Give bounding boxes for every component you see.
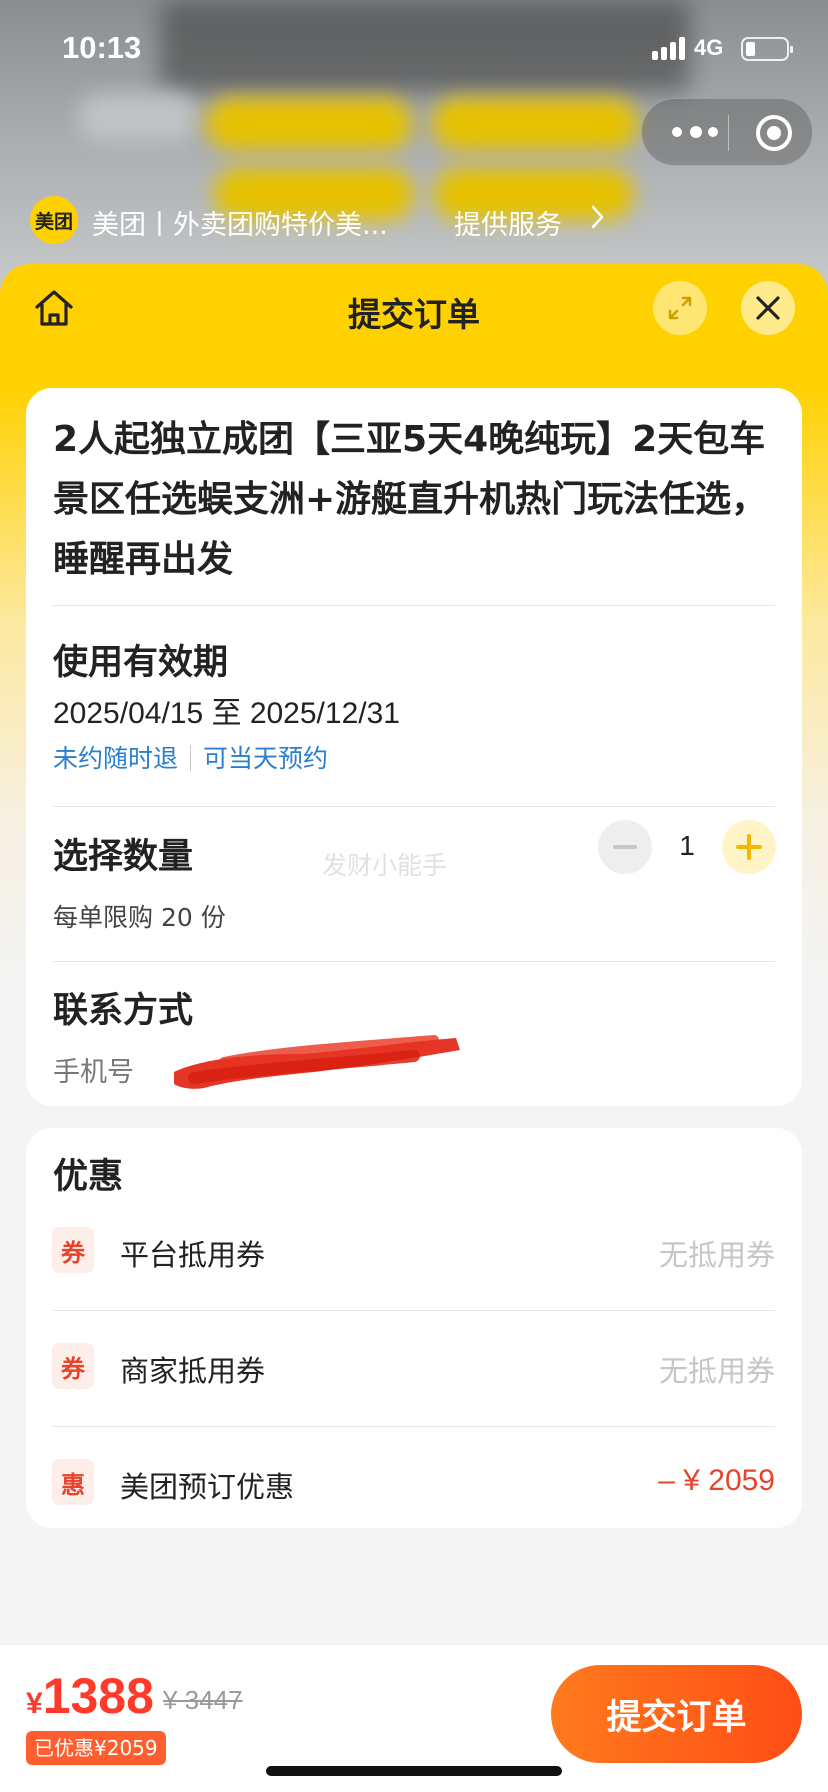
- status-time: 10:13: [62, 30, 142, 65]
- order-info-card: 2人起独立成团【三亚5天4晚纯玩】2天包车景区任选蜈支洲+游艇直升机热门玩法任选…: [26, 388, 802, 1106]
- discount-row-booking[interactable]: 惠 美团预订优惠 – ¥ 2059: [26, 1426, 802, 1542]
- meituan-logo: 美团: [30, 196, 78, 244]
- order-sheet: 提交订单 2人起独立成团【三亚5天4晚纯玩】2天包车景区任选蜈支洲+游艇直升机热…: [0, 264, 828, 1792]
- validity-label: 使用有效期: [53, 643, 229, 683]
- policy-tags: 未约随时退 可当天预约: [53, 739, 328, 775]
- current-price: ¥1388: [26, 1667, 154, 1725]
- tag-divider: [190, 745, 192, 771]
- sheet-header: 提交订单: [0, 264, 828, 352]
- quantity-value: 1: [679, 830, 695, 861]
- status-bar: 10:13 4G: [0, 0, 828, 100]
- validity-range: 2025/04/15 至 2025/12/31: [53, 697, 400, 730]
- discount-value: 无抵用券: [658, 1354, 775, 1388]
- service-provider-link[interactable]: 提供服务: [454, 203, 562, 242]
- discount-name: 美团预订优惠: [120, 1470, 295, 1504]
- submit-order-button[interactable]: 提交订单: [551, 1665, 802, 1763]
- home-indicator: [266, 1766, 562, 1776]
- increase-quantity-button[interactable]: [722, 820, 776, 874]
- discount-row-merchant[interactable]: 券 商家抵用券 无抵用券: [26, 1310, 802, 1426]
- divider: [53, 605, 775, 606]
- discounts-title: 优惠: [53, 1157, 124, 1197]
- decrease-quantity-button[interactable]: [598, 820, 652, 874]
- promo-badge: 惠: [52, 1459, 94, 1505]
- discount-name: 商家抵用券: [120, 1354, 266, 1388]
- miniprogram-name: 美团丨外卖团购特价美...: [92, 210, 388, 241]
- miniprogram-capsule: [641, 98, 813, 166]
- original-price: ¥ 3447: [163, 1685, 243, 1715]
- contact-label: 联系方式: [53, 991, 194, 1031]
- policy-tag-sameday[interactable]: 可当天预约: [203, 744, 328, 773]
- phone-redaction-scribble: [174, 1035, 460, 1089]
- background-blur-shape: [206, 98, 412, 150]
- background-blur-shape: [78, 94, 198, 142]
- coupon-badge: 券: [52, 1227, 94, 1273]
- discount-row-platform[interactable]: 券 平台抵用券 无抵用券: [26, 1194, 802, 1310]
- more-icon[interactable]: [672, 121, 718, 143]
- policy-tag-refund[interactable]: 未约随时退: [53, 744, 178, 773]
- discount-name: 平台抵用券: [120, 1238, 266, 1272]
- quantity-stepper: 1: [598, 820, 776, 874]
- phone-label: 手机号: [53, 1057, 134, 1088]
- quantity-label: 选择数量: [53, 837, 194, 877]
- product-title: 2人起独立成团【三亚5天4晚纯玩】2天包车景区任选蜈支洲+游艇直升机热门玩法任选…: [53, 419, 768, 580]
- chevron-right-icon: [590, 203, 606, 238]
- battery-icon: [741, 37, 793, 61]
- saved-badge[interactable]: 已优惠¥2059: [26, 1731, 166, 1765]
- currency-symbol: ¥: [26, 1687, 43, 1720]
- expand-icon[interactable]: [653, 281, 707, 335]
- discount-value: – ¥ 2059: [658, 1464, 775, 1497]
- discount-value: 无抵用券: [658, 1238, 775, 1272]
- signal-icon: [652, 36, 686, 60]
- price-value: 1388: [42, 1668, 154, 1724]
- discounts-card: 优惠 券 平台抵用券 无抵用券 券 商家抵用券 无抵用券 惠 美团预订优惠 – …: [26, 1128, 802, 1528]
- divider: [53, 961, 775, 962]
- divider: [53, 806, 775, 807]
- miniprogram-service-bar[interactable]: 美团 美团丨外卖团购特价美... 提供服务: [30, 196, 810, 246]
- background-blur-shape: [432, 98, 638, 150]
- network-label: 4G: [694, 35, 724, 60]
- watermark: 发财小能手: [322, 851, 448, 880]
- close-miniprogram-icon[interactable]: [756, 115, 792, 151]
- close-icon[interactable]: [741, 281, 795, 335]
- capsule-divider: [728, 115, 729, 151]
- purchase-limit: 每单限购 20 份: [53, 903, 226, 932]
- coupon-badge: 券: [52, 1343, 94, 1389]
